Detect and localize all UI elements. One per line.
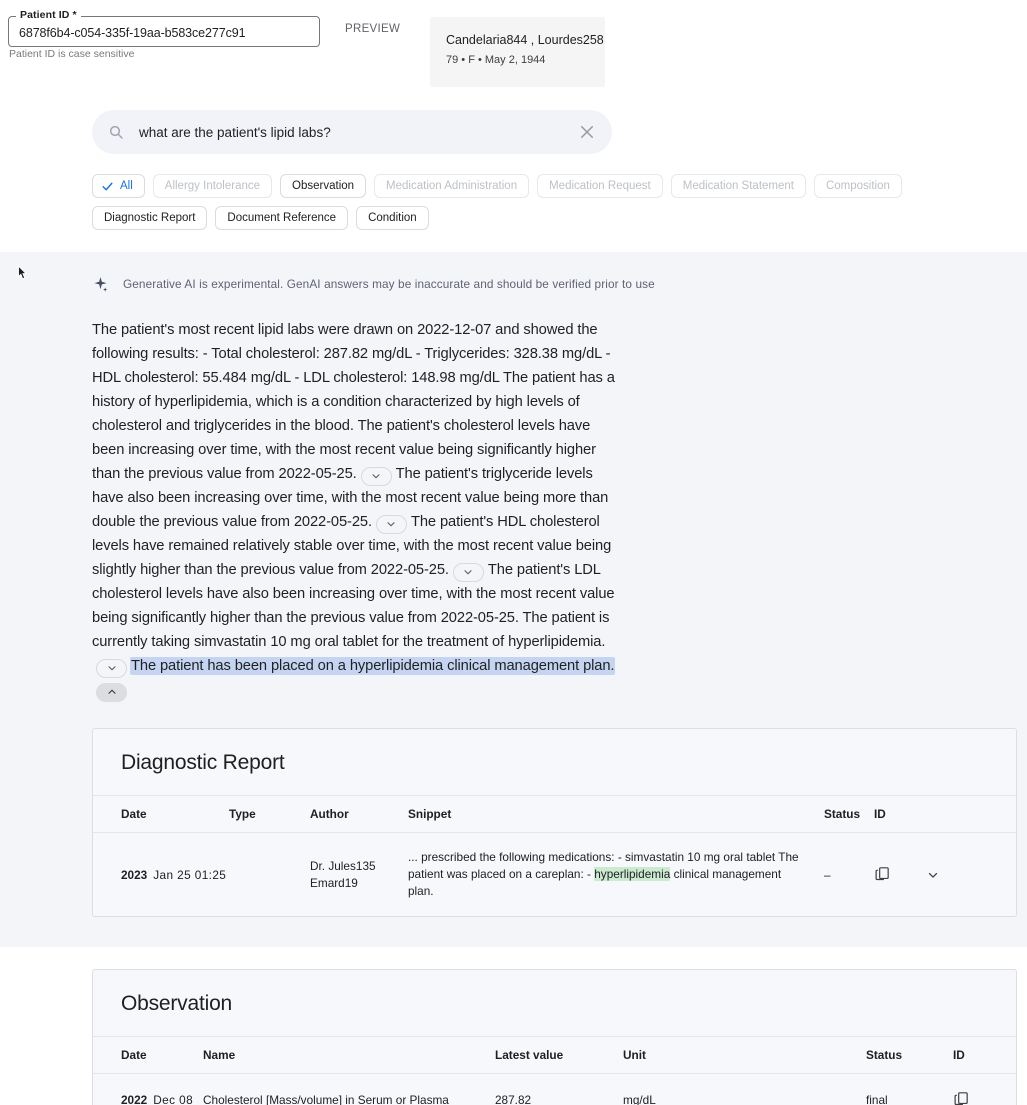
chip-all[interactable]: All — [92, 174, 145, 198]
mouse-cursor — [14, 264, 32, 286]
answer-expander-2[interactable] — [375, 514, 407, 534]
close-icon[interactable] — [578, 123, 596, 141]
genai-answer-panel: Generative AI is experimental. GenAI ans… — [0, 252, 1027, 947]
patient-demographics: 79 • F • May 2, 1944 — [446, 54, 546, 66]
cell-author: Dr. Jules135 Emard19 — [310, 858, 376, 890]
snippet-highlight: hyperlipidemia — [594, 867, 671, 881]
cell-status: final — [866, 1093, 888, 1105]
patient-id-field[interactable]: Patient ID * — [8, 9, 320, 47]
patient-id-input[interactable] — [17, 24, 311, 42]
column-header-id: ID — [874, 795, 1016, 833]
diagnostic-report-title: Diagnostic Report — [121, 751, 285, 774]
answer-expander-1[interactable] — [360, 466, 392, 486]
cell-unit: mg/dL — [623, 1093, 656, 1105]
genai-answer-text: The patient's most recent lipid labs wer… — [18, 264, 622, 702]
answer-expander-4[interactable] — [96, 658, 127, 678]
column-header-status: Status — [824, 795, 874, 833]
copy-icon[interactable] — [874, 865, 891, 885]
answer-segment-highlighted: The patient has been placed on a hyperli… — [131, 658, 615, 674]
cell-snippet: ... prescribed the following medications… — [408, 833, 824, 917]
cell-date-rest: Dec 08 — [153, 1093, 194, 1105]
chip-document-reference[interactable]: Document Reference — [215, 206, 349, 230]
chip-allergy-intolerance: Allergy Intolerance — [152, 174, 273, 198]
answer-segment-1: The patient's most recent lipid labs wer… — [92, 322, 615, 482]
cell-date-year: 2023 — [121, 867, 148, 882]
table-row[interactable]: 2022 Dec 08 Cholesterol [Mass/volume] in … — [93, 1074, 1016, 1105]
cell-id-actions — [953, 1074, 1016, 1105]
resource-type-filter-chips: All Allergy Intolerance Observation Medi… — [92, 174, 1012, 230]
chevron-down-icon[interactable] — [926, 868, 940, 885]
genai-disclaimer: Generative AI is experimental. GenAI ans… — [92, 274, 1027, 294]
preview-label: PREVIEW — [345, 23, 401, 35]
observation-title: Observation — [121, 992, 233, 1015]
sparkle-icon — [92, 276, 109, 293]
cell-date-rest: Jan 25 01:25 — [153, 867, 227, 882]
search-section — [0, 100, 1027, 154]
column-header-author: Author — [310, 795, 408, 833]
answer-expander-3[interactable] — [452, 562, 484, 582]
table-header-row: Date Name Latest value Unit Status ID — [93, 1036, 1016, 1074]
diagnostic-report-table: Date Type Author Snippet Status ID 2023 J… — [93, 795, 1016, 916]
chip-medication-administration: Medication Administration — [374, 174, 530, 198]
column-header-unit: Unit — [623, 1036, 866, 1074]
chip-composition: Composition — [813, 174, 902, 198]
cell-latest-value: 287.82 — [495, 1093, 532, 1105]
patient-id-helper-text: Patient ID is case sensitive — [9, 48, 135, 60]
copy-icon[interactable] — [953, 1090, 970, 1105]
column-header-status: Status — [866, 1036, 953, 1074]
chip-all-label: All — [120, 180, 133, 192]
chip-medication-request: Medication Request — [537, 174, 663, 198]
patient-preview-card[interactable]: Candelaria844 , Lourdes258 79 • F • May … — [430, 17, 605, 87]
column-header-snippet: Snippet — [408, 795, 824, 833]
cell-status: – — [824, 867, 831, 882]
search-bar[interactable] — [92, 110, 612, 154]
column-header-latest-value: Latest value — [495, 1036, 623, 1074]
chip-condition[interactable]: Condition — [356, 206, 429, 230]
patient-id-header: Patient ID * Patient ID is case sensitiv… — [0, 0, 1027, 100]
column-header-date: Date — [93, 1036, 203, 1074]
patient-name: Candelaria844 , Lourdes258 — [446, 33, 604, 47]
cell-id-actions — [874, 833, 1016, 917]
diagnostic-report-card: Diagnostic Report Date Type Author Snipp… — [92, 728, 1017, 917]
table-row[interactable]: 2023 Jan 25 01:25 Dr. Jules135 Emard19 ..… — [93, 833, 1016, 917]
column-header-date: Date — [93, 795, 229, 833]
search-icon — [108, 124, 124, 140]
cell-name: Cholesterol [Mass/volume] in Serum or Pl… — [203, 1093, 449, 1105]
cell-type — [229, 833, 310, 917]
chip-observation[interactable]: Observation — [280, 174, 367, 198]
chip-diagnostic-report[interactable]: Diagnostic Report — [92, 206, 208, 230]
observation-table: Date Name Latest value Unit Status ID 20… — [93, 1036, 1016, 1105]
check-icon — [101, 180, 114, 193]
search-input[interactable] — [137, 123, 578, 141]
column-header-name: Name — [203, 1036, 495, 1074]
patient-id-label: Patient ID * — [16, 9, 81, 21]
cell-date-year: 2022 — [121, 1093, 148, 1105]
cell-date: 2022 Dec 08 — [93, 1074, 203, 1105]
observation-section: Observation Date Name Latest value Unit … — [0, 947, 1027, 1105]
observation-card: Observation Date Name Latest value Unit … — [92, 969, 1017, 1105]
answer-expander-5-expanded[interactable] — [18, 264, 127, 702]
cell-date: 2023 Jan 25 01:25 — [93, 833, 229, 917]
genai-disclaimer-text: Generative AI is experimental. GenAI ans… — [123, 277, 655, 291]
column-header-type: Type — [229, 795, 310, 833]
chip-medication-statement: Medication Statement — [670, 174, 806, 198]
column-header-id: ID — [953, 1036, 1016, 1074]
table-header-row: Date Type Author Snippet Status ID — [93, 795, 1016, 833]
